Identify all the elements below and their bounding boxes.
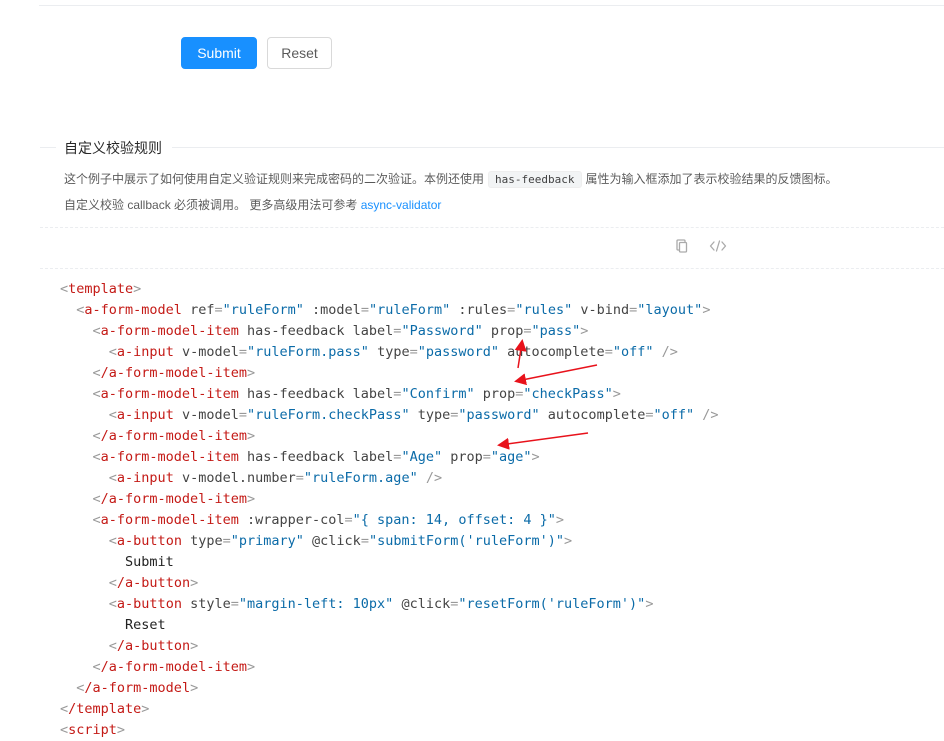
code-line: <a-input v-model="ruleForm.pass" type="p… (108, 344, 678, 360)
section-note: 自定义校验 callback 必须被调用。 更多高级用法可参考 async-va… (64, 196, 441, 213)
left-gutter (0, 0, 40, 740)
code-line: </a-form-model-item> (92, 365, 256, 381)
code-line: <a-input v-model.number="ruleForm.age" /… (108, 470, 443, 486)
section-title: 自定义校验规则 (64, 138, 170, 158)
desc-text: 属性为输入框添加了表示校验结果的反馈图标。 (585, 172, 838, 186)
code-line: <a-form-model-item has-feedback label="C… (92, 386, 621, 402)
copy-icon[interactable] (674, 238, 690, 254)
code-line: <a-button type="primary" @click="submitF… (108, 533, 573, 549)
top-divider (39, 0, 944, 6)
async-validator-link[interactable]: async-validator (361, 198, 442, 212)
code-expand-icon[interactable] (709, 238, 727, 254)
code-line: <a-input v-model="ruleForm.checkPass" ty… (108, 407, 719, 423)
code-line: <a-form-model-item has-feedback label="A… (92, 449, 540, 465)
section-description: 这个例子中展示了如何使用自定义验证规则来完成密码的二次验证。本例还使用 has-f… (64, 170, 838, 188)
code-line: </a-form-model-item> (92, 491, 256, 507)
code-line: <a-form-model-item :wrapper-col="{ span:… (92, 512, 564, 528)
note-text: 自定义校验 callback 必须被调用。 更多高级用法可参考 (64, 198, 358, 212)
code-line: <template> (60, 281, 142, 297)
section-divider-right (172, 147, 944, 148)
code-line: </a-button> (108, 575, 199, 591)
code-line: </template> (60, 701, 150, 717)
desc-text: 这个例子中展示了如何使用自定义验证规则来完成密码的二次验证。本例还使用 (64, 172, 485, 186)
reset-button[interactable]: Reset (267, 37, 332, 69)
code-line: <a-form-model-item has-feedback label="P… (92, 323, 589, 339)
code-line: <script> (60, 722, 126, 738)
code-line: </a-button> (108, 638, 199, 654)
code-line: </a-form-model-item> (92, 428, 256, 444)
code-line: Reset (125, 617, 166, 633)
code-actions-bar (40, 227, 944, 269)
inline-code: has-feedback (488, 171, 582, 188)
submit-button[interactable]: Submit (181, 37, 257, 69)
code-line: </a-form-model-item> (92, 659, 256, 675)
code-line: </a-form-model> (76, 680, 199, 696)
section-divider-left (40, 147, 56, 148)
code-block: <template> <a-form-model ref="ruleForm" … (60, 279, 719, 741)
code-line: <a-form-model ref="ruleForm" :model="rul… (76, 302, 711, 318)
code-line: Submit (125, 554, 174, 570)
code-line: <a-button style="margin-left: 10px" @cli… (108, 596, 654, 612)
